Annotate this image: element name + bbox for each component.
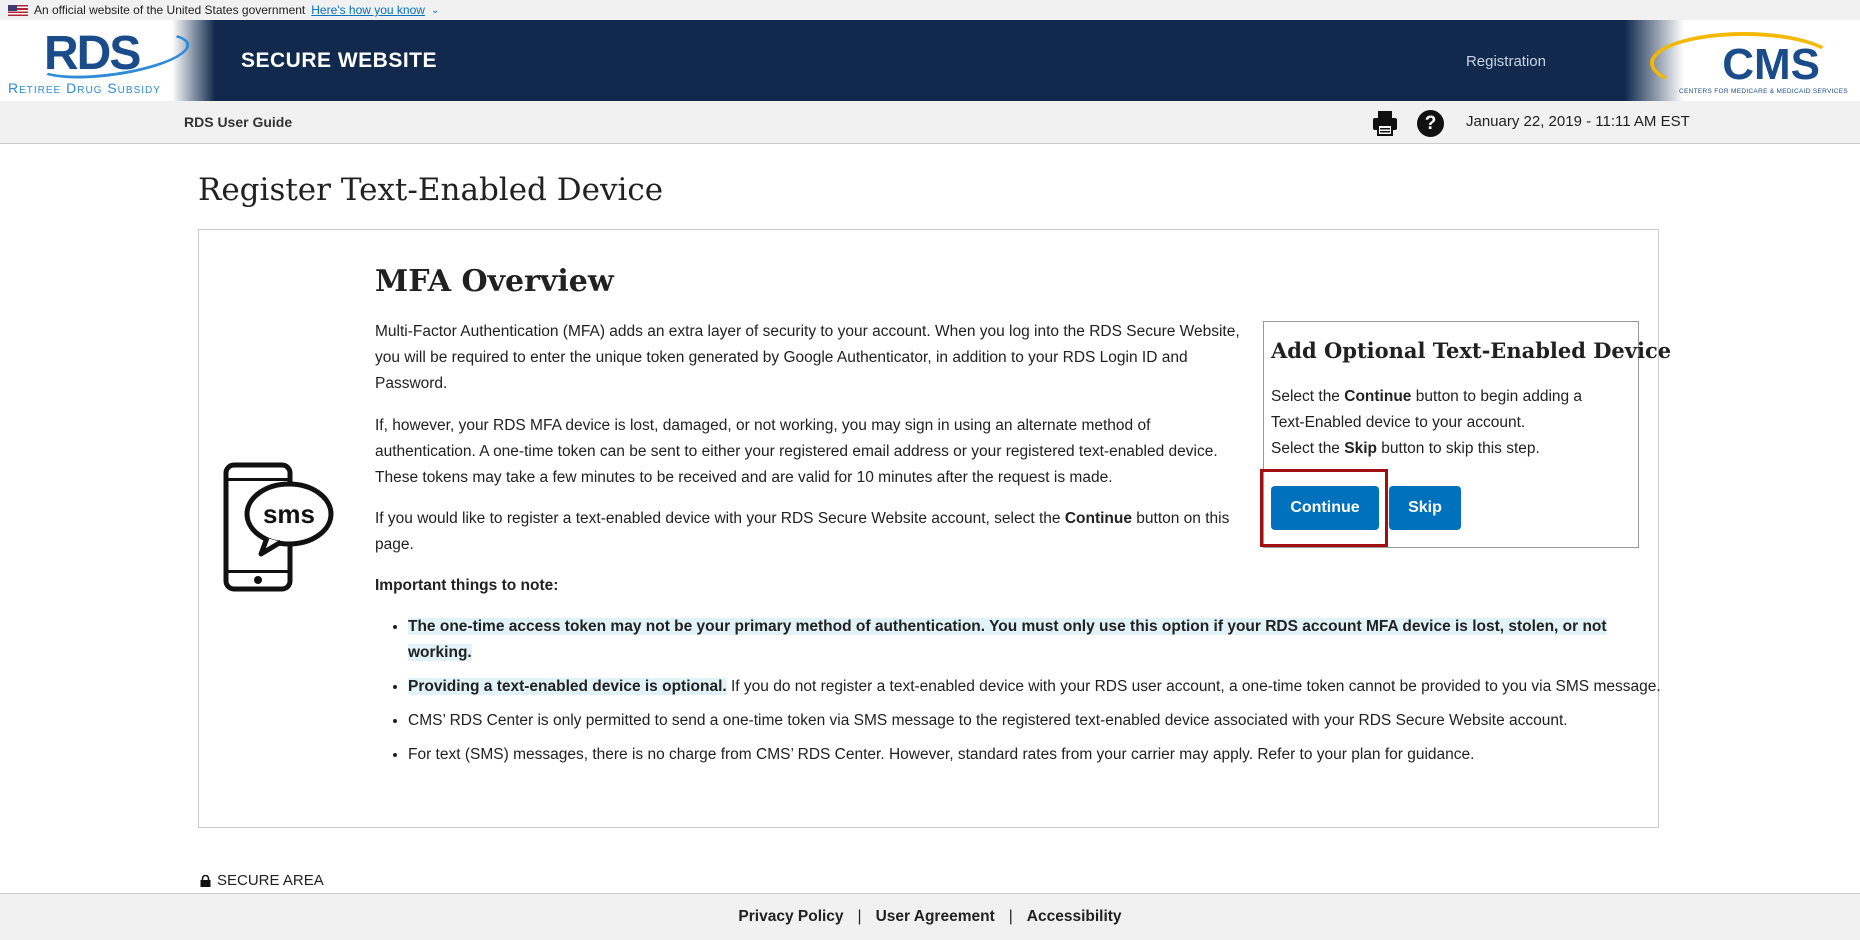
current-datetime: January 22, 2019 - 11:11 AM EST bbox=[1466, 113, 1690, 130]
secure-area-text: SECURE AREA bbox=[217, 872, 324, 889]
highlighted-text: Providing a text-enabled device is optio… bbox=[408, 678, 727, 695]
skip-button[interactable]: Skip bbox=[1389, 486, 1461, 530]
secure-area-label: SECURE AREA bbox=[200, 872, 324, 889]
add-device-panel: Add Optional Text-Enabled Device Select … bbox=[1260, 321, 1671, 548]
mfa-paragraph-1: Multi-Factor Authentication (MFA) adds a… bbox=[375, 323, 1240, 392]
rds-logo-text: RDS bbox=[44, 27, 141, 80]
us-flag-icon bbox=[8, 4, 28, 16]
list-item: The one-time access token may not be you… bbox=[408, 614, 1668, 666]
content-panel: sms MFA Overview Multi-Factor Authentica… bbox=[198, 229, 1671, 828]
registration-link[interactable]: Registration bbox=[1466, 53, 1546, 70]
instruction-text: Select the bbox=[1271, 440, 1345, 457]
instruction-text: Select the bbox=[1271, 388, 1345, 405]
mfa-paragraph-2: If, however, your RDS MFA device is lost… bbox=[375, 417, 1218, 486]
print-icon[interactable] bbox=[1371, 109, 1399, 137]
add-device-instructions: Select the Continue button to begin addi… bbox=[1271, 384, 1601, 462]
instruction-bold: Continue bbox=[1344, 388, 1412, 405]
paragraph-bold: Continue bbox=[1064, 510, 1132, 527]
page-title: Register Text-Enabled Device bbox=[198, 172, 664, 208]
list-item-text: For text (SMS) messages, there is no cha… bbox=[408, 746, 1475, 763]
list-item: Providing a text-enabled device is optio… bbox=[408, 674, 1668, 700]
privacy-policy-link[interactable]: Privacy Policy bbox=[738, 908, 843, 926]
list-item: For text (SMS) messages, there is no cha… bbox=[408, 742, 1668, 768]
lock-icon bbox=[200, 874, 211, 887]
continue-button[interactable]: Continue bbox=[1271, 486, 1379, 530]
add-device-title: Add Optional Text-Enabled Device bbox=[1271, 338, 1672, 363]
list-item-text: If you do not register a text-enabled de… bbox=[726, 678, 1661, 695]
rds-user-guide-link[interactable]: RDS User Guide bbox=[184, 114, 292, 130]
gov-banner: An official website of the United States… bbox=[0, 0, 1860, 20]
section-title: MFA Overview bbox=[375, 264, 614, 299]
cms-logo-text: CMS bbox=[1722, 40, 1820, 89]
site-header: RDS Retiree Drug Subsidy SECURE WEBSITE … bbox=[0, 20, 1860, 101]
gov-banner-text: An official website of the United States… bbox=[34, 3, 306, 17]
footer: Privacy Policy | User Agreement | Access… bbox=[0, 893, 1860, 940]
heres-how-you-know-link[interactable]: Here's how you know bbox=[311, 3, 425, 17]
accessibility-link[interactable]: Accessibility bbox=[1027, 908, 1122, 926]
sub-navigation: RDS User Guide ? January 22, 2019 - 11:1… bbox=[0, 101, 1860, 144]
list-item-text: CMS’ RDS Center is only permitted to sen… bbox=[408, 712, 1568, 729]
footer-separator: | bbox=[857, 908, 862, 925]
highlighted-text: The one-time access token may not be you… bbox=[408, 618, 1607, 661]
site-title: SECURE WEBSITE bbox=[241, 48, 438, 72]
mfa-paragraph-3: If you would like to register a text-ena… bbox=[375, 506, 1255, 558]
sms-phone-icon: sms bbox=[223, 462, 334, 592]
notes-heading: Important things to note: bbox=[375, 577, 559, 594]
list-item: CMS’ RDS Center is only permitted to sen… bbox=[408, 708, 1668, 734]
help-icon[interactable]: ? bbox=[1417, 110, 1444, 137]
notes-list: The one-time access token may not be you… bbox=[375, 614, 1668, 776]
paragraph-text: If you would like to register a text-ena… bbox=[375, 510, 1065, 527]
footer-separator: | bbox=[1008, 908, 1013, 925]
cms-logo-subtitle: CENTERS FOR MEDICARE & MEDICAID SERVICES bbox=[1679, 88, 1848, 95]
cms-logo[interactable]: CMS CENTERS FOR MEDICARE & MEDICAID SERV… bbox=[1625, 20, 1860, 101]
chevron-down-icon[interactable]: ⌄ bbox=[431, 5, 439, 16]
rds-logo[interactable]: RDS Retiree Drug Subsidy bbox=[0, 20, 215, 101]
rds-logo-subtitle: Retiree Drug Subsidy bbox=[8, 80, 161, 96]
instruction-text: button to skip this step. bbox=[1376, 440, 1540, 457]
user-agreement-link[interactable]: User Agreement bbox=[876, 908, 995, 926]
sms-label: sms bbox=[263, 499, 315, 529]
instruction-bold: Skip bbox=[1344, 440, 1377, 457]
